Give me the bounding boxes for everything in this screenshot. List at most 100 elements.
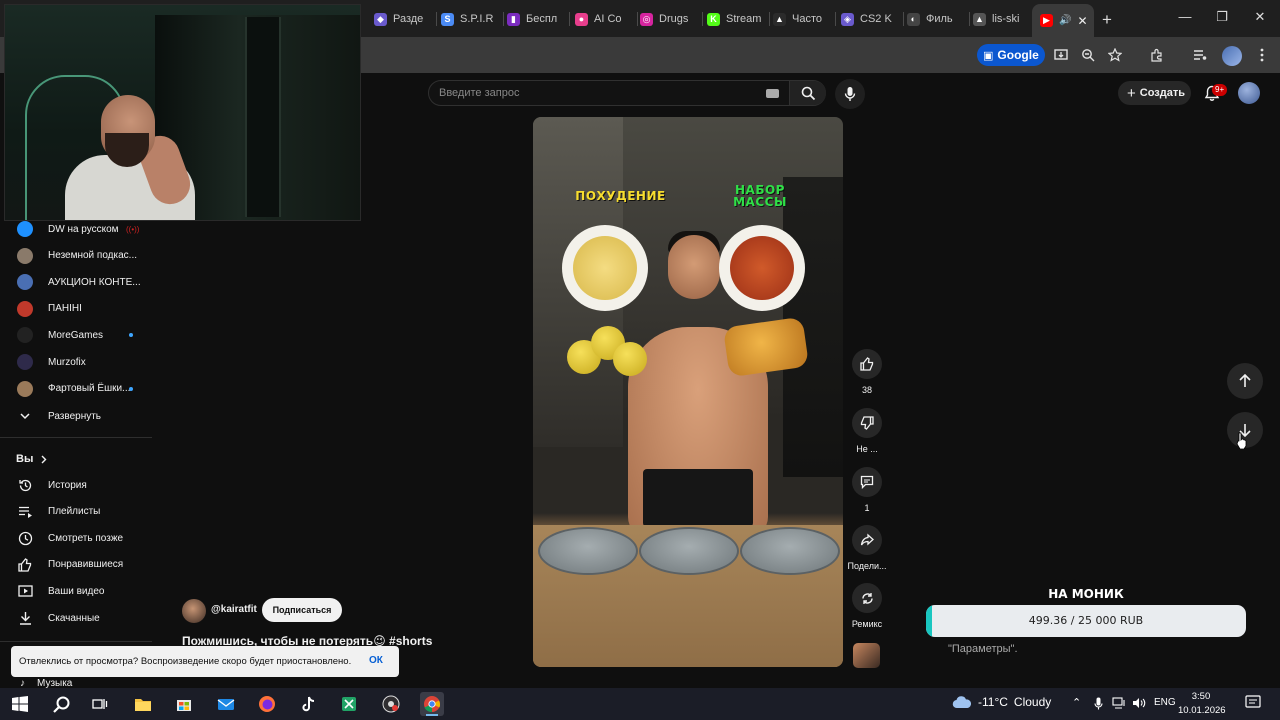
notification-center-icon[interactable] <box>1245 695 1261 713</box>
channel-avatar-icon <box>17 221 33 237</box>
live-indicator-icon: ((•)) <box>126 224 140 234</box>
sidebar-item-playlists[interactable]: Плейлисты <box>0 499 152 525</box>
taskbar-search-icon[interactable] <box>49 692 73 716</box>
dislike-button[interactable] <box>852 408 882 438</box>
keyboard-icon[interactable] <box>766 89 779 98</box>
microsoft-store-icon[interactable] <box>172 692 196 716</box>
clock-date: 10.01.2026 <box>1178 705 1226 716</box>
voice-search-button[interactable] <box>835 79 865 109</box>
sidebar-item-liked[interactable]: Понравившиеся <box>0 552 152 578</box>
chrome-icon[interactable] <box>420 692 444 716</box>
sidebar-item-downloads[interactable]: Скачанные <box>0 605 152 631</box>
sidebar-subscription-item[interactable]: Фартовый Ёшки... <box>0 376 152 402</box>
language-indicator[interactable]: ENG <box>1154 697 1176 708</box>
browser-tab[interactable]: ◈ CS2 K <box>841 6 897 32</box>
browser-tab[interactable]: ◆ Разде <box>374 6 430 32</box>
network-icon[interactable] <box>1112 697 1126 712</box>
browser-profile-avatar[interactable] <box>1222 46 1242 66</box>
zoom-icon[interactable] <box>1079 46 1097 64</box>
bookmark-star-icon[interactable] <box>1106 46 1124 64</box>
toast-ok-button[interactable]: ОК <box>369 655 383 666</box>
comments-button[interactable] <box>852 467 882 497</box>
channel-avatar-icon <box>17 380 33 397</box>
extensions-icon[interactable] <box>1148 46 1166 64</box>
sidebar-item-label: Скачанные <box>48 612 100 624</box>
share-icon <box>860 533 874 546</box>
tab-separator <box>835 12 836 26</box>
browser-tab[interactable]: ◐ Филь <box>907 6 963 32</box>
subscribe-button[interactable]: Подписаться <box>262 598 342 622</box>
remix-button[interactable] <box>852 583 882 613</box>
system-clock[interactable]: 3:50 10.01.2026 <box>1178 690 1226 718</box>
channel-avatar[interactable] <box>182 599 206 623</box>
sidebar-item-your-videos[interactable]: Ваши видео <box>0 578 152 604</box>
tab-separator <box>569 12 570 26</box>
maximize-button[interactable]: ❐ <box>1212 9 1232 25</box>
sidebar-subscription-item[interactable]: ПАНІНІ <box>0 296 152 322</box>
obs-icon[interactable] <box>379 692 403 716</box>
tab-separator <box>436 12 437 26</box>
browser-tab-label: Часто <box>792 13 822 25</box>
sidebar-subscription-item[interactable]: Неземной подкас... <box>0 243 152 269</box>
google-lens-chip[interactable]: ▣ Google <box>977 44 1045 66</box>
empty-plate <box>538 527 638 575</box>
sidebar-expand[interactable]: Развернуть <box>0 403 152 429</box>
sidebar-subscription-item[interactable]: MoreGames <box>0 322 152 348</box>
previous-short-button[interactable] <box>1227 363 1263 399</box>
tab-youtube-active[interactable]: ▶ 🔊 ✕ <box>1032 4 1094 37</box>
file-explorer-icon[interactable] <box>131 692 155 716</box>
comments-action: 1 <box>850 467 884 513</box>
sidebar-item-history[interactable]: История <box>0 472 152 498</box>
account-avatar[interactable] <box>1238 82 1260 104</box>
browser-tab[interactable]: ▲ Часто <box>773 6 829 32</box>
browser-tab[interactable]: S S.P.I.R <box>441 6 497 32</box>
sidebar-item-watch-later[interactable]: Смотреть позже <box>0 525 152 551</box>
channel-handle[interactable]: @kairatfit <box>211 604 257 615</box>
firefox-icon[interactable] <box>255 692 279 716</box>
weather-widget[interactable]: -11°C Cloudy <box>952 695 1051 709</box>
like-button[interactable] <box>852 349 882 379</box>
minimize-button[interactable]: — <box>1175 9 1195 24</box>
windows-start-icon[interactable] <box>8 692 32 716</box>
plus-icon: + <box>1127 84 1136 102</box>
audio-playing-icon[interactable]: 🔊 <box>1059 15 1071 26</box>
task-view-icon[interactable] <box>88 692 112 716</box>
excel-like-icon[interactable] <box>337 692 361 716</box>
tiktok-icon[interactable] <box>296 692 320 716</box>
create-button[interactable]: + Создать <box>1118 81 1191 105</box>
browser-menu-icon[interactable] <box>1253 46 1271 64</box>
sidebar-subscription-item[interactable]: Murzofix <box>0 349 152 375</box>
tab-favicon-icon: ▲ <box>973 12 986 26</box>
search-input[interactable] <box>439 85 749 101</box>
browser-tab[interactable]: K Stream <box>707 6 763 32</box>
sidebar-subscription-item[interactable]: DW на русском ((•)) <box>0 216 152 242</box>
browser-tab[interactable]: ▲ lis-ski <box>973 6 1029 32</box>
short-video-player[interactable]: ПОХУДЕНИЕ НАБОР МАССЫ <box>533 117 843 667</box>
thumbs-up-icon <box>860 357 874 371</box>
sound-channel-thumbnail[interactable] <box>853 643 880 668</box>
sidebar-section-you[interactable]: Вы <box>16 453 47 465</box>
new-tab-button[interactable]: + <box>1102 10 1112 30</box>
microphone-tray-icon[interactable] <box>1094 697 1103 713</box>
share-button[interactable] <box>852 525 882 555</box>
empty-plate <box>740 527 840 575</box>
inactivity-toast: Отвлеклись от просмотра? Воспроизведение… <box>11 646 399 677</box>
media-controls-icon[interactable] <box>1191 46 1209 64</box>
tray-chevron-up-icon[interactable]: ⌃ <box>1072 696 1081 709</box>
volume-icon[interactable] <box>1132 697 1146 712</box>
install-app-icon[interactable] <box>1052 46 1070 64</box>
weather-description: Cloudy <box>1013 695 1052 709</box>
browser-tab[interactable]: ▮ Беспл <box>507 6 563 32</box>
browser-tab[interactable]: ◎ Drugs <box>640 6 696 32</box>
remix-action: Ремикс <box>850 583 884 629</box>
sidebar-section-you-label: Вы <box>16 453 34 465</box>
liked-icon <box>17 557 33 573</box>
search-button[interactable] <box>789 81 826 105</box>
tab-close-icon[interactable]: ✕ <box>1077 14 1087 28</box>
google-lens-icon: ▣ <box>983 49 994 62</box>
mail-icon[interactable] <box>214 692 238 716</box>
close-window-button[interactable]: ✕ <box>1250 9 1270 25</box>
browser-tab[interactable]: ● AI Co <box>575 6 631 32</box>
sidebar-subscription-item[interactable]: АУКЦИОН КОНТЕ... <box>0 269 152 295</box>
share-label: Подели... <box>847 561 887 571</box>
